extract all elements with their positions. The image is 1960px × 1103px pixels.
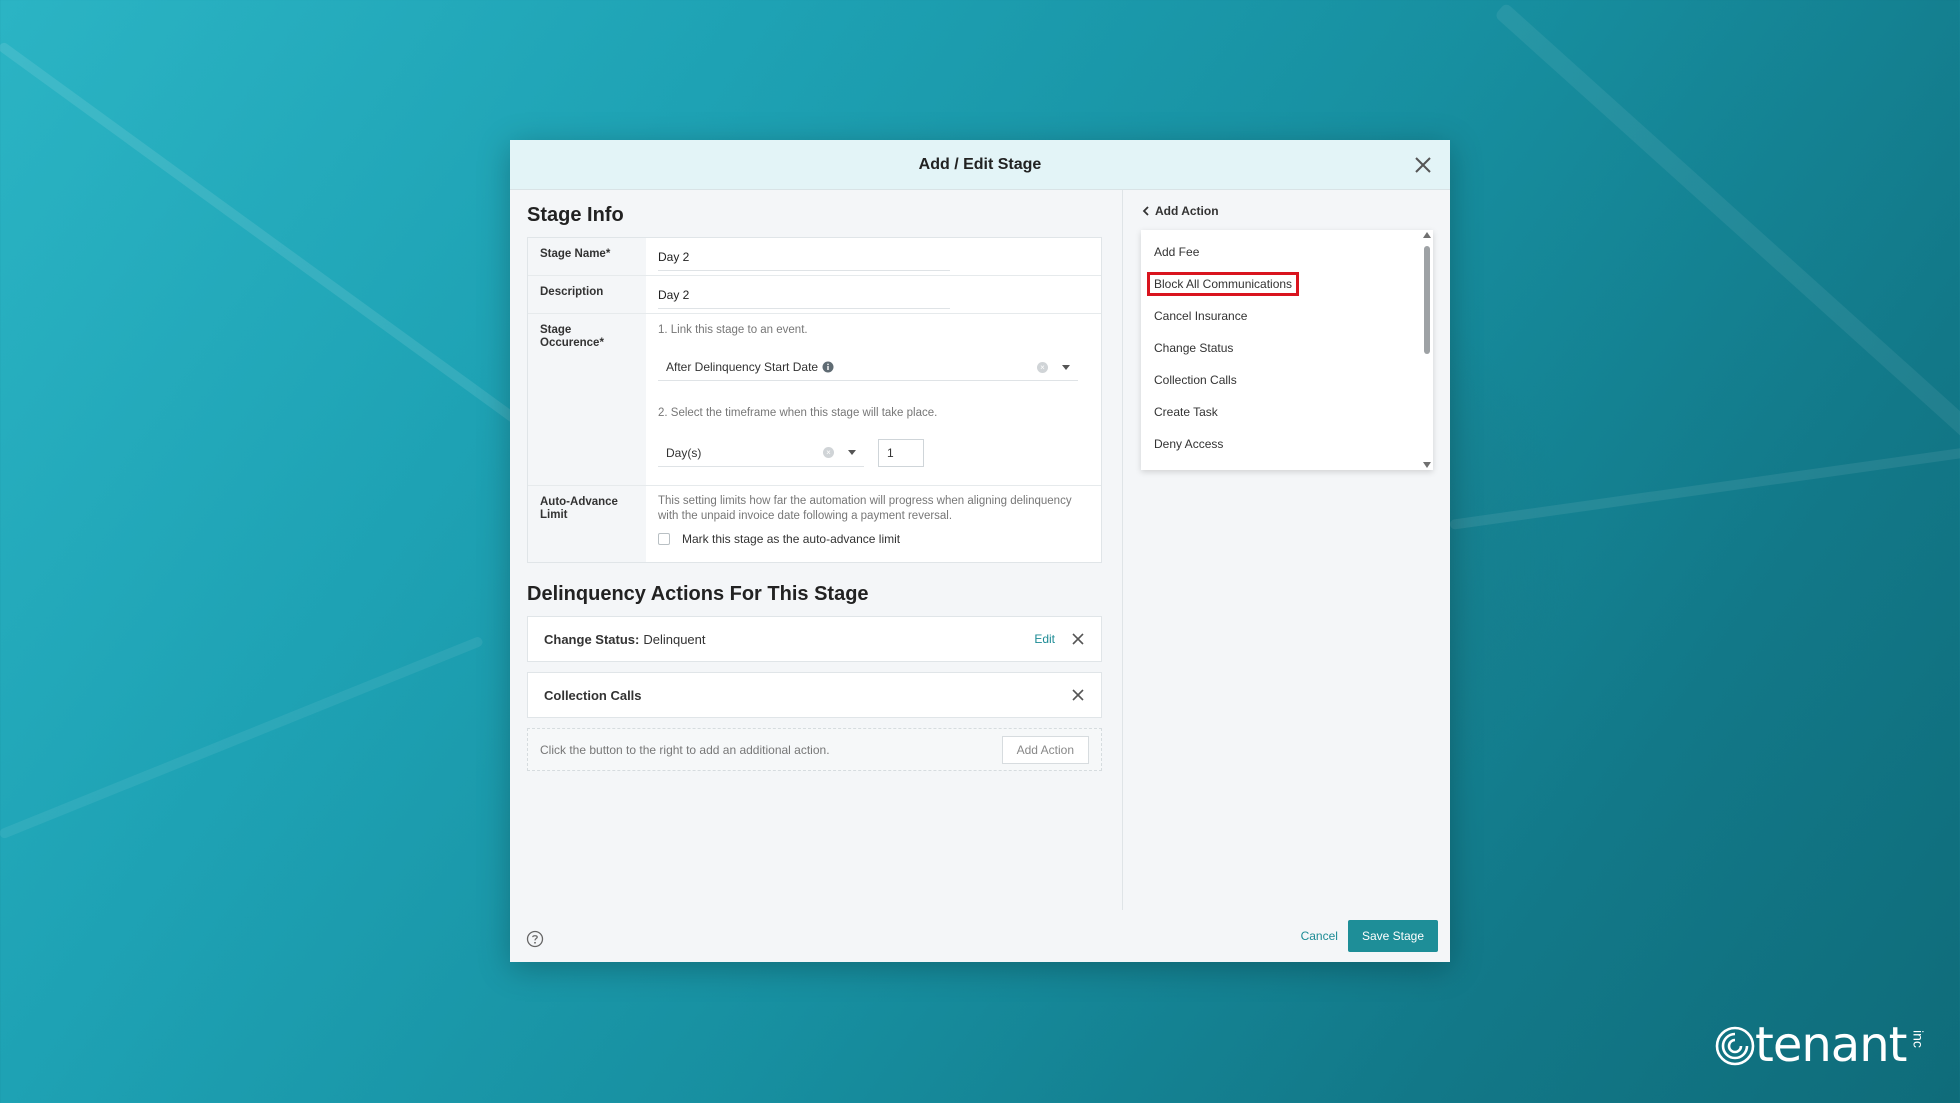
stage-info-table: Stage Name* Description Stage Occurence*…	[527, 237, 1102, 563]
stage-name-label: Stage Name*	[528, 238, 646, 275]
scroll-up-icon[interactable]	[1423, 232, 1431, 238]
modal-footer-actions: Cancel Save Stage	[1301, 920, 1438, 952]
action-detail: Delinquent	[643, 631, 706, 647]
action-dropdown-list: Add Fee Block All Communications Cancel …	[1141, 230, 1433, 464]
action-option-block-all-communications[interactable]: Block All Communications	[1141, 272, 1433, 304]
action-name: Collection Calls	[544, 687, 642, 703]
logo-mark-icon	[1715, 1026, 1755, 1066]
action-name: Change Status:	[544, 631, 640, 647]
action-option-create-task[interactable]: Create Task	[1141, 400, 1433, 432]
auto-advance-checkbox[interactable]	[658, 533, 670, 545]
action-option-add-fee[interactable]: Add Fee	[1141, 240, 1433, 272]
description-label: Description	[528, 276, 646, 313]
add-action-back-link[interactable]: Add Action	[1141, 204, 1450, 218]
action-card-collection-calls: Collection Calls	[527, 672, 1102, 718]
modal-header: Add / Edit Stage	[510, 140, 1450, 190]
action-option-cancel-insurance[interactable]: Cancel Insurance	[1141, 304, 1433, 336]
action-option-deny-access[interactable]: Deny Access	[1141, 432, 1433, 464]
stage-form: Stage Info Stage Name* Description Stage…	[527, 190, 1103, 890]
dropdown-scrollbar[interactable]	[1423, 232, 1431, 468]
occurrence-hint-1: 1. Link this stage to an event.	[658, 324, 808, 336]
stage-occurrence-row: Stage Occurence* 1. Link this stage to a…	[528, 314, 1101, 486]
logo-text: tenant	[1755, 1017, 1907, 1073]
event-select-value: After Delinquency Start Date	[666, 360, 819, 374]
tenant-logo: tenant inc	[1715, 1018, 1926, 1072]
delinquency-actions-title: Delinquency Actions For This Stage	[527, 583, 869, 605]
stage-name-row: Stage Name*	[528, 238, 1101, 276]
stage-name-input[interactable]	[658, 246, 950, 271]
description-row: Description	[528, 276, 1101, 314]
add-edit-stage-modal: Add / Edit Stage Stage Info Stage Name* …	[510, 140, 1450, 962]
occurrence-hint-2: 2. Select the timeframe when this stage …	[658, 407, 938, 419]
add-action-back-label: Add Action	[1155, 204, 1219, 218]
cancel-button[interactable]: Cancel	[1301, 929, 1338, 943]
logo-suffix: inc	[1910, 1030, 1927, 1048]
scroll-down-icon[interactable]	[1423, 462, 1431, 468]
action-option-change-status[interactable]: Change Status	[1141, 336, 1433, 368]
modal-title: Add / Edit Stage	[918, 155, 1042, 173]
info-icon	[822, 361, 834, 373]
action-option-collection-calls[interactable]: Collection Calls	[1141, 368, 1433, 400]
chevron-down-icon[interactable]	[848, 450, 856, 455]
action-card-change-status: Change Status: Delinquent Edit	[527, 616, 1102, 662]
clear-event-icon[interactable]: ×	[1037, 361, 1048, 373]
action-dropdown: Add Fee Block All Communications Cancel …	[1141, 230, 1433, 470]
close-icon[interactable]	[1071, 688, 1085, 702]
add-action-panel: Add Action Add Fee Block All Communicati…	[1122, 190, 1450, 910]
timeframe-value-input[interactable]: 1	[878, 439, 924, 467]
save-stage-button[interactable]: Save Stage	[1347, 920, 1438, 952]
auto-advance-row: Auto-Advance Limit This setting limits h…	[528, 486, 1101, 562]
close-icon[interactable]	[1071, 632, 1085, 646]
auto-advance-description: This setting limits how far the automati…	[658, 495, 1072, 522]
auto-advance-checkbox-label: Mark this stage as the auto-advance limi…	[682, 532, 901, 546]
chevron-left-icon	[1142, 206, 1149, 216]
clear-unit-icon[interactable]: ×	[823, 447, 834, 458]
stage-occurrence-label: Stage Occurence*	[528, 314, 646, 485]
timeframe-unit-value: Day(s)	[666, 445, 702, 460]
chevron-down-icon[interactable]	[1062, 364, 1070, 370]
timeframe-unit-select[interactable]: Day(s) ×	[658, 440, 864, 467]
auto-advance-label: Auto-Advance Limit	[528, 486, 646, 562]
scroll-thumb[interactable]	[1424, 246, 1430, 354]
description-input[interactable]	[658, 284, 950, 309]
stage-info-title: Stage Info	[527, 204, 624, 226]
event-select[interactable]: After Delinquency Start Date ×	[658, 354, 1078, 381]
add-action-row: Click the button to the right to add an …	[527, 728, 1102, 771]
close-icon[interactable]	[1410, 152, 1436, 178]
help-icon[interactable]	[526, 930, 544, 948]
edit-action-button[interactable]: Edit	[1034, 632, 1055, 646]
add-action-hint: Click the button to the right to add an …	[540, 742, 830, 757]
add-action-button[interactable]: Add Action	[1001, 735, 1089, 764]
